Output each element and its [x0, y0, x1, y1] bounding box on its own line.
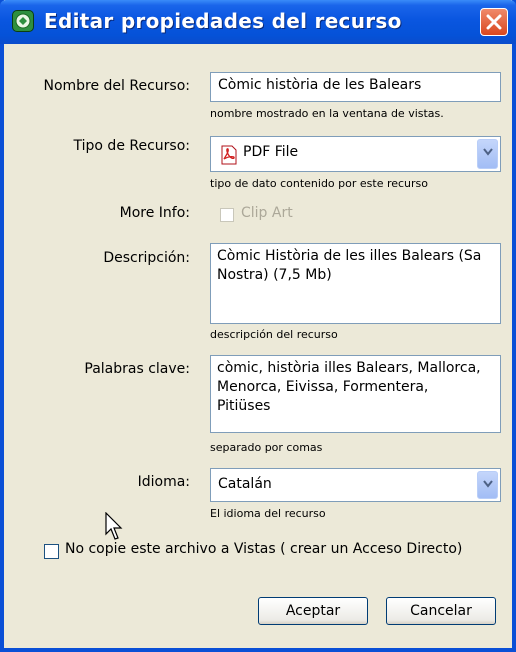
- tipo-hint: tipo de dato contenido por este recurso: [210, 177, 429, 190]
- accept-button[interactable]: Aceptar: [258, 597, 368, 625]
- properties-dialog: Editar propiedades del recurso Nombre de…: [0, 0, 516, 652]
- cancel-button[interactable]: Cancelar: [386, 597, 496, 625]
- palabras-hint: separado por comas: [210, 441, 323, 454]
- nombre-value: Còmic història de les Balears: [218, 77, 422, 93]
- no-copy-label: No copie este archivo a Vistas ( crear u…: [65, 541, 463, 557]
- descripcion-input[interactable]: Còmic Història de les illes Balears (Sa …: [210, 243, 501, 324]
- pdf-file-icon: [221, 145, 237, 165]
- chevron-down-icon: [483, 480, 493, 488]
- idioma-hint: El idioma del recurso: [210, 507, 326, 520]
- tipo-value: PDF File: [243, 144, 299, 160]
- close-button[interactable]: [480, 8, 508, 36]
- mouse-pointer-icon: [105, 512, 123, 540]
- nombre-input[interactable]: Còmic història de les Balears: [210, 72, 501, 102]
- idioma-dropdown-button[interactable]: [477, 471, 498, 499]
- close-icon: [486, 14, 502, 30]
- palabras-input[interactable]: còmic, història illes Balears, Mallorca,…: [210, 355, 501, 433]
- dialog-title: Editar propiedades del recurso: [44, 9, 402, 33]
- clip-art-checkbox[interactable]: [220, 208, 234, 222]
- descripcion-label: Descripción:: [103, 250, 190, 266]
- descripcion-hint: descripción del recurso: [210, 328, 338, 341]
- nombre-hint: nombre mostrado en la ventana de vistas.: [210, 107, 444, 120]
- tipo-label: Tipo de Recurso:: [73, 138, 190, 154]
- no-copy-checkbox[interactable]: [44, 544, 59, 559]
- clip-art-label: Clip Art: [241, 205, 293, 221]
- tipo-select[interactable]: PDF File: [210, 136, 501, 172]
- chevron-down-icon: [483, 148, 493, 156]
- title-bar[interactable]: Editar propiedades del recurso: [0, 0, 516, 44]
- more-info-label: More Info:: [119, 205, 190, 221]
- tipo-dropdown-button[interactable]: [477, 139, 498, 169]
- nombre-label: Nombre del Recurso:: [43, 78, 190, 94]
- app-icon: [12, 10, 34, 32]
- palabras-label: Palabras clave:: [84, 361, 190, 377]
- idioma-label: Idioma:: [137, 474, 190, 490]
- idioma-value: Catalán: [218, 476, 272, 492]
- idioma-select[interactable]: Catalán: [210, 468, 501, 502]
